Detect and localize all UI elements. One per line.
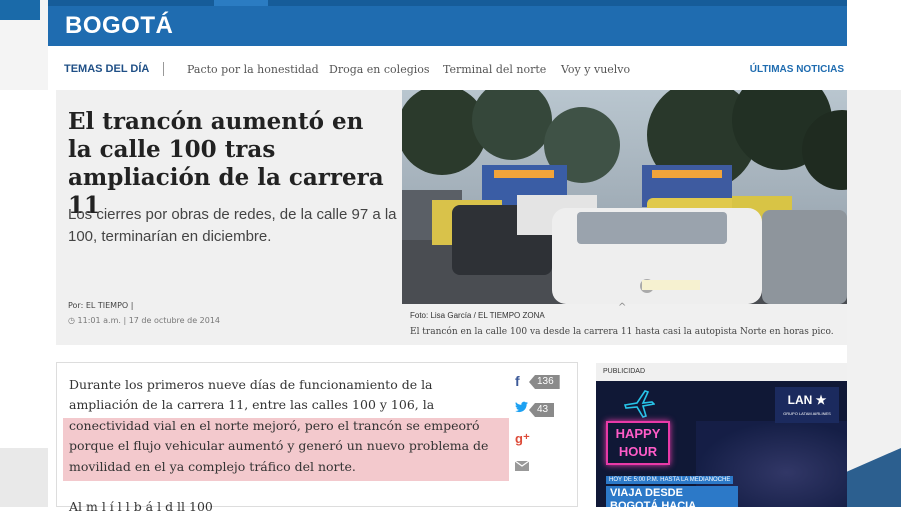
nav-item-terminal[interactable]: Terminal del norte (443, 63, 546, 76)
nav-label: TEMAS DEL DÍA (64, 63, 150, 75)
ad-label: PUBLICIDAD (596, 363, 847, 381)
ad-small-text: HOY DE 5:00 P.M. HASTA LA MEDIANOCHE (606, 476, 734, 484)
topics-nav: TEMAS DEL DÍA Pacto por la honestidad Dr… (48, 57, 847, 83)
facebook-icon: f (515, 373, 520, 389)
ad-brand-name: LAN ★ (775, 393, 839, 407)
body-line: ampliación de la carrera 11, entre las c… (69, 397, 435, 413)
nav-item-honestidad[interactable]: Pacto por la honestidad (187, 63, 319, 76)
ad-brand-sub: GRUPO LATAM AIRLINES (783, 411, 831, 416)
nav-item-droga[interactable]: Droga en colegios (329, 63, 430, 76)
photo-caption-box: ^ Foto: Lisa García / EL TIEMPO ZONA El … (402, 302, 847, 345)
photo-credit: Foto: Lisa García / EL TIEMPO ZONA (410, 311, 545, 320)
photo-caption: El trancón en la calle 100 va desde la c… (410, 327, 834, 337)
google-plus-icon: g⁺ (515, 431, 530, 446)
background-left-bottom (0, 448, 48, 507)
ad-neon-sign: HAPPY HOUR (606, 421, 670, 465)
ad-brand-text: LAN (787, 393, 813, 407)
twitter-count: 43 (529, 403, 555, 417)
ad-brand-logo: LAN ★ GRUPO LATAM AIRLINES (775, 387, 839, 423)
background-right-panel (847, 90, 901, 507)
latest-news-link[interactable]: ÚLTIMAS NOTICIAS (750, 64, 844, 75)
ad-headline: VIAJA DESDE BOGOTÁ HACIA MEDELLÍN (606, 486, 738, 507)
facebook-count: 136 (529, 375, 560, 389)
star-icon: ★ (815, 393, 827, 407)
header-strip (48, 0, 847, 6)
body-line: Durante los primeros nueve días de funci… (69, 377, 433, 392)
article-body: Durante los primeros nueve días de funci… (56, 362, 578, 514)
body-line: movilidad en el ya complejo tráfico del … (69, 458, 356, 474)
hero-photo[interactable] (402, 90, 847, 304)
clock-icon: ◷ (68, 316, 78, 325)
advertisement[interactable]: LAN ★ GRUPO LATAM AIRLINES HAPPY HOUR HO… (596, 381, 847, 507)
body-line: conectividad vial en el norte mejoró, pe… (69, 417, 480, 433)
caret-up-icon[interactable]: ^ (618, 302, 626, 313)
twitter-icon (515, 401, 528, 413)
nav-divider (163, 62, 164, 76)
airplane-icon (623, 390, 655, 418)
article-dek: Los cierres por obras de redes, de la ca… (68, 206, 397, 245)
article-byline: Por: EL TIEMPO | (68, 301, 134, 310)
dateline-text: 11:01 a.m. | 17 de octubre de 2014 (77, 316, 221, 325)
page: BOGOTÁ TEMAS DEL DÍA Pacto por la honest… (48, 0, 847, 514)
section-header: BOGOTÁ (48, 0, 847, 46)
body-line: porque el flujo vehicular aumentó y gene… (69, 438, 489, 454)
hero-text-panel: El trancón aumentó en la calle 100 tras … (56, 90, 402, 345)
header-strip-highlight (214, 0, 268, 6)
section-title[interactable]: BOGOTÁ (65, 12, 173, 40)
traffic-photo-illustration (402, 90, 847, 304)
article-body-text: Durante los primeros nueve días de funci… (69, 375, 499, 477)
email-icon (515, 461, 529, 471)
background-left-accent (0, 0, 40, 20)
article-dateline: ◷ 11:01 a.m. | 17 de octubre de 2014 (68, 316, 220, 325)
nav-item-voy-y-vuelvo[interactable]: Voy y vuelvo (561, 63, 630, 76)
